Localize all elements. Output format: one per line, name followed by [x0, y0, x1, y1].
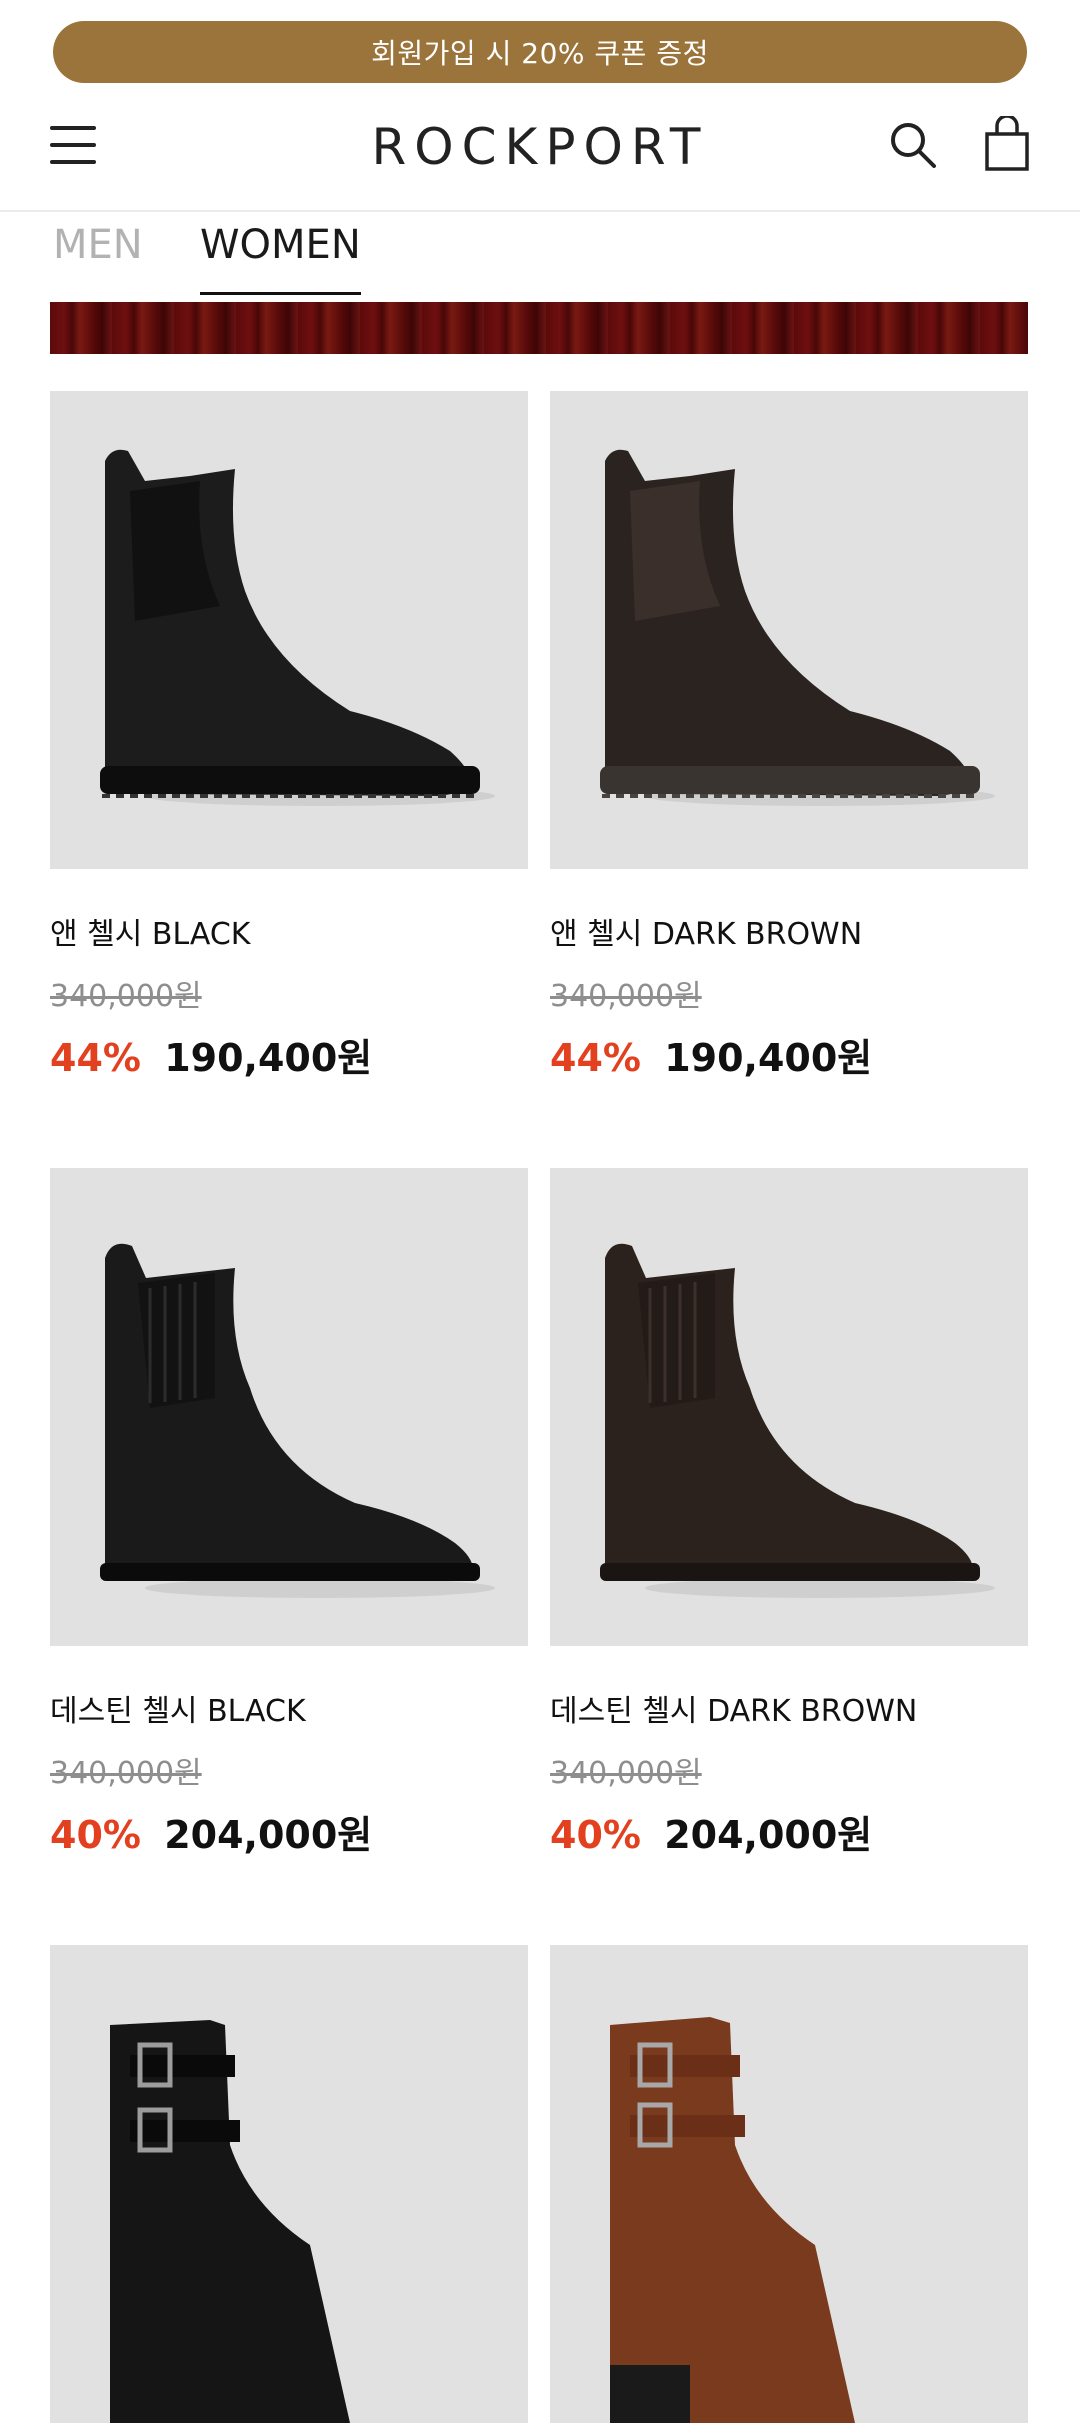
product-card[interactable] — [50, 1945, 528, 2423]
menu-icon[interactable] — [50, 122, 100, 168]
sale-price: 190,400원 — [164, 1036, 373, 1080]
original-price: 340,000원 — [550, 1756, 702, 1791]
promo-banner[interactable]: 회원가입 시 20% 쿠폰 증정 — [53, 21, 1027, 83]
original-price: 340,000원 — [50, 1756, 202, 1791]
product-image[interactable] — [50, 1945, 528, 2423]
chelsea-boot-icon — [100, 449, 495, 806]
chelsea-boot-icon — [100, 1243, 495, 1598]
shopping-bag-icon[interactable] — [984, 114, 1030, 172]
sale-price: 204,000원 — [664, 1813, 873, 1857]
buckle-boot-icon — [610, 2017, 855, 2423]
original-price: 340,000원 — [50, 979, 202, 1014]
discount-rate: 44% — [50, 1036, 141, 1080]
buckle-boot-icon — [110, 2020, 350, 2423]
product-image[interactable] — [550, 391, 1028, 869]
product-name: 데스틴 첼시 DARK BROWN — [550, 1694, 918, 1729]
discount-rate: 40% — [50, 1813, 141, 1857]
product-image[interactable] — [550, 1945, 1028, 2423]
promo-image-strip[interactable] — [50, 302, 1028, 354]
product-card[interactable] — [550, 1945, 1028, 2423]
sale-price: 204,000원 — [164, 1813, 373, 1857]
tab-women[interactable]: WOMEN — [200, 222, 361, 295]
brand-logo[interactable]: ROCKPORT — [340, 118, 740, 176]
product-card[interactable]: 데스틴 첼시 DARK BROWN 340,000원 40% 204,000원 — [550, 1168, 1028, 1859]
product-image[interactable] — [50, 1168, 528, 1646]
product-image[interactable] — [550, 1168, 1028, 1646]
product-name: 앤 첼시 DARK BROWN — [550, 917, 863, 952]
chelsea-boot-icon — [600, 449, 995, 806]
discount-rate: 40% — [550, 1813, 641, 1857]
discount-rate: 44% — [550, 1036, 641, 1080]
chelsea-boot-icon — [600, 1243, 995, 1598]
product-card[interactable]: 앤 첼시 DARK BROWN 340,000원 44% 190,400원 — [550, 391, 1028, 1082]
product-name: 데스틴 첼시 BLACK — [50, 1694, 306, 1729]
promo-text: 회원가입 시 20% 쿠폰 증정 — [371, 37, 709, 70]
product-card[interactable]: 앤 첼시 BLACK 340,000원 44% 190,400원 — [50, 391, 528, 1082]
gender-tabs: MEN WOMEN — [0, 212, 1080, 302]
tab-men[interactable]: MEN — [53, 222, 143, 268]
original-price: 340,000원 — [550, 979, 702, 1014]
site-header: ROCKPORT — [0, 100, 1080, 212]
search-icon[interactable] — [888, 120, 938, 170]
product-name: 앤 첼시 BLACK — [50, 917, 251, 952]
sale-price: 190,400원 — [664, 1036, 873, 1080]
product-card[interactable]: 데스틴 첼시 BLACK 340,000원 40% 204,000원 — [50, 1168, 528, 1859]
product-image[interactable] — [50, 391, 528, 869]
